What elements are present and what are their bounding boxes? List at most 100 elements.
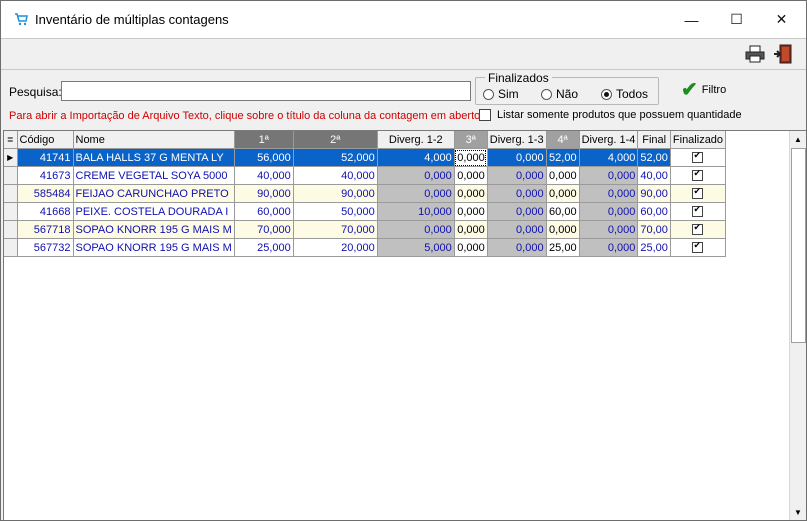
cell-codigo[interactable]: 41673: [17, 166, 74, 185]
cell-nome[interactable]: SOPAO KNORR 195 G MAIS M: [73, 220, 235, 239]
title-bar[interactable]: Inventário de múltiplas contagens — ☐ ✕: [1, 1, 806, 38]
cell-diverg-1-4[interactable]: 0,000: [579, 166, 639, 185]
cell-count-3[interactable]: 0,000: [454, 238, 488, 257]
maximize-button[interactable]: ☐: [714, 1, 759, 38]
cell-diverg-1-2[interactable]: 10,000: [377, 202, 455, 221]
col-header-count-4[interactable]: 4ª: [546, 131, 580, 149]
cell-count-3[interactable]: 0,000: [454, 148, 488, 167]
cell-count-1[interactable]: 40,000: [234, 166, 294, 185]
finalizado-checkbox[interactable]: [692, 150, 704, 164]
close-button[interactable]: ✕: [759, 1, 804, 38]
cell-nome[interactable]: BALA HALLS 37 G MENTA LY: [73, 148, 235, 167]
cell-count-4[interactable]: 60,00: [546, 202, 580, 221]
cell-count-4[interactable]: 0,000: [546, 184, 580, 203]
cell-finalizado[interactable]: [670, 238, 727, 257]
cell-count-4[interactable]: 25,00: [546, 238, 580, 257]
table-row[interactable]: 567732 SOPAO KNORR 195 G MAIS M 25,000 2…: [4, 238, 727, 257]
col-header-nome[interactable]: Nome: [73, 131, 235, 149]
cell-diverg-1-2[interactable]: 0,000: [377, 184, 455, 203]
cell-count-1[interactable]: 60,000: [234, 202, 294, 221]
radio-todos[interactable]: Todos: [601, 87, 648, 101]
only-with-quantity-box[interactable]: [479, 109, 491, 121]
cell-final[interactable]: 40,00: [637, 166, 671, 185]
cell-codigo[interactable]: 567718: [17, 220, 74, 239]
cell-count-1[interactable]: 90,000: [234, 184, 294, 203]
cell-count-3[interactable]: 0,000: [454, 184, 488, 203]
cell-count-4[interactable]: 52,00: [546, 148, 580, 167]
filter-button[interactable]: ✔ Filtro: [681, 80, 726, 100]
cell-diverg-1-2[interactable]: 0,000: [377, 166, 455, 185]
table-row[interactable]: 567718 SOPAO KNORR 195 G MAIS M 70,000 7…: [4, 220, 727, 239]
cell-count-3[interactable]: 0,000: [454, 166, 488, 185]
cell-diverg-1-2[interactable]: 4,000: [377, 148, 455, 167]
cell-diverg-1-4[interactable]: 0,000: [579, 238, 639, 257]
cell-final[interactable]: 60,00: [637, 202, 671, 221]
cell-nome[interactable]: CREME VEGETAL SOYA 5000: [73, 166, 235, 185]
cell-count-2[interactable]: 52,000: [293, 148, 378, 167]
cell-count-2[interactable]: 40,000: [293, 166, 378, 185]
col-header-finalizado[interactable]: Finalizado: [670, 131, 727, 149]
cell-diverg-1-3[interactable]: 0,000: [487, 148, 547, 167]
radio-todos-dot[interactable]: [601, 88, 612, 100]
cell-count-2[interactable]: 90,000: [293, 184, 378, 203]
radio-nao-dot[interactable]: [541, 88, 552, 100]
cell-finalizado[interactable]: [670, 166, 727, 185]
table-row[interactable]: 41673 CREME VEGETAL SOYA 5000 40,000 40,…: [4, 166, 727, 185]
cell-finalizado[interactable]: [670, 184, 727, 203]
search-input[interactable]: [61, 81, 471, 101]
cell-diverg-1-2[interactable]: 0,000: [377, 220, 455, 239]
cell-diverg-1-3[interactable]: 0,000: [487, 184, 547, 203]
cell-count-2[interactable]: 20,000: [293, 238, 378, 257]
cell-count-3[interactable]: 0,000: [454, 202, 488, 221]
cell-diverg-1-2[interactable]: 5,000: [377, 238, 455, 257]
scroll-down-arrow-icon[interactable]: ▼: [790, 504, 806, 520]
cell-count-4[interactable]: 0,000: [546, 166, 580, 185]
cell-codigo[interactable]: 585484: [17, 184, 74, 203]
cell-final[interactable]: 25,00: [637, 238, 671, 257]
cell-nome[interactable]: PEIXE. COSTELA DOURADA I: [73, 202, 235, 221]
cell-count-3[interactable]: 0,000: [454, 220, 488, 239]
cell-count-1[interactable]: 25,000: [234, 238, 294, 257]
finalizado-checkbox[interactable]: [692, 222, 704, 236]
cell-finalizado[interactable]: [670, 220, 727, 239]
col-header-count-1[interactable]: 1ª: [234, 131, 294, 149]
cell-diverg-1-4[interactable]: 0,000: [579, 184, 639, 203]
col-header-final[interactable]: Final: [637, 131, 671, 149]
cell-codigo[interactable]: 567732: [17, 238, 74, 257]
printer-icon[interactable]: [745, 45, 765, 63]
cell-count-2[interactable]: 50,000: [293, 202, 378, 221]
cell-count-2[interactable]: 70,000: [293, 220, 378, 239]
scroll-up-arrow-icon[interactable]: ▲: [790, 131, 806, 147]
vertical-scrollbar[interactable]: ▲ ▼: [789, 131, 806, 520]
cell-finalizado[interactable]: [670, 202, 727, 221]
cell-count-1[interactable]: 56,000: [234, 148, 294, 167]
finalizado-checkbox[interactable]: [692, 186, 704, 200]
col-header-diverg-1-4[interactable]: Diverg. 1-4: [579, 131, 639, 149]
finalizado-checkbox[interactable]: [692, 240, 704, 254]
cell-finalizado[interactable]: [670, 148, 727, 167]
radio-nao[interactable]: Não: [541, 87, 578, 101]
col-header-diverg-1-3[interactable]: Diverg. 1-3: [487, 131, 547, 149]
cell-diverg-1-3[interactable]: 0,000: [487, 166, 547, 185]
col-header-count-3[interactable]: 3ª: [454, 131, 488, 149]
cell-final[interactable]: 70,00: [637, 220, 671, 239]
scroll-thumb[interactable]: [791, 148, 806, 343]
col-header-diverg-1-2[interactable]: Diverg. 1-2: [377, 131, 455, 149]
finalizado-checkbox[interactable]: [692, 204, 704, 218]
col-header-count-2[interactable]: 2ª: [293, 131, 378, 149]
finalizado-checkbox[interactable]: [692, 168, 704, 182]
cell-codigo[interactable]: 41741: [17, 148, 74, 167]
cell-diverg-1-4[interactable]: 0,000: [579, 202, 639, 221]
cell-diverg-1-3[interactable]: 0,000: [487, 202, 547, 221]
table-row[interactable]: 585484 FEIJAO CARUNCHAO PRETO 90,000 90,…: [4, 184, 727, 203]
counts-grid[interactable]: ≣ Código Nome 1ª 2ª Diverg. 1-2 3ª Diver…: [3, 130, 806, 520]
cell-diverg-1-4[interactable]: 0,000: [579, 220, 639, 239]
table-row[interactable]: ▶ 41741 BALA HALLS 37 G MENTA LY 56,000 …: [4, 148, 727, 167]
cell-count-1[interactable]: 70,000: [234, 220, 294, 239]
radio-sim-dot[interactable]: [483, 88, 494, 100]
table-row[interactable]: 41668 PEIXE. COSTELA DOURADA I 60,000 50…: [4, 202, 727, 221]
grid-corner-icon[interactable]: ≣: [4, 131, 18, 149]
cell-nome[interactable]: SOPAO KNORR 195 G MAIS M: [73, 238, 235, 257]
cell-diverg-1-3[interactable]: 0,000: [487, 238, 547, 257]
minimize-button[interactable]: —: [669, 1, 714, 38]
